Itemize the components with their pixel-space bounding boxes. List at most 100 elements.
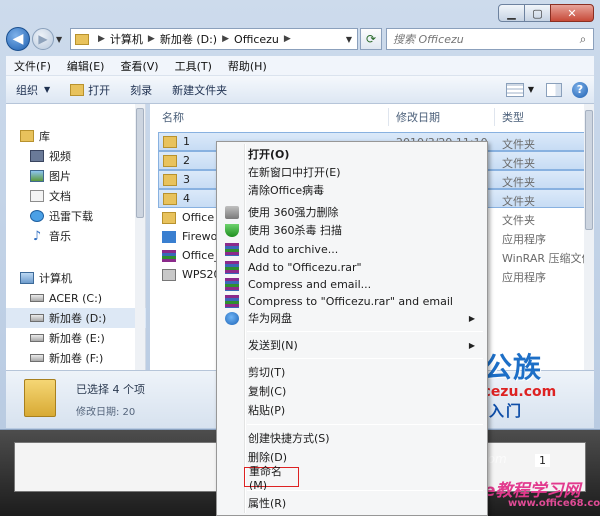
shredder-icon: [225, 205, 239, 219]
folder-icon: [163, 192, 177, 205]
drive-icon: [30, 294, 44, 302]
file-type: 应用程序: [502, 233, 546, 246]
file-list-scrollbar[interactable]: [584, 104, 594, 370]
file-type: 文件夹: [502, 195, 535, 208]
ctx-open-new-window[interactable]: 在新窗口中打开(E): [219, 163, 485, 181]
nav-documents-label: 文档: [49, 190, 71, 203]
folder-icon: [75, 33, 89, 45]
nav-drive-d-label: 新加卷 (D:): [49, 312, 107, 325]
column-type[interactable]: 类型: [502, 106, 524, 128]
new-folder-label: 新建文件夹: [172, 83, 228, 97]
organize-button[interactable]: 组织 ▼: [6, 82, 60, 98]
folder-icon: [162, 211, 176, 224]
menu-view[interactable]: 查看(V): [112, 58, 166, 74]
nav-drive-f[interactable]: 新加卷 (F:): [30, 348, 103, 368]
ctx-compress-email[interactable]: Compress and email...: [219, 275, 485, 293]
nav-drive-c[interactable]: ACER (C:): [30, 288, 102, 308]
nav-drive-e[interactable]: 新加卷 (E:): [30, 328, 105, 348]
nav-music[interactable]: ♪ 音乐: [30, 226, 71, 246]
nav-drive-d[interactable]: 新加卷 (D:): [6, 308, 146, 328]
selection-count: 已选择 4 个项: [76, 383, 145, 396]
column-name[interactable]: 名称: [162, 106, 184, 128]
search-input[interactable]: [387, 32, 573, 46]
ctx-compress-rar-email[interactable]: Compress to "Officezu.rar" and email: [219, 292, 485, 310]
nav-scrollbar[interactable]: [135, 104, 145, 370]
ctx-separator: [247, 358, 483, 359]
burn-button[interactable]: 刻录: [120, 82, 162, 98]
help-icon[interactable]: ?: [572, 81, 588, 98]
library-icon: [20, 130, 34, 142]
nav-scroll-thumb[interactable]: [136, 108, 144, 218]
ctx-paste[interactable]: 粘贴(P): [219, 401, 485, 419]
breadcrumb-separator[interactable]: ▶: [284, 34, 291, 44]
ctx-360-scan[interactable]: 使用 360杀毒 扫描: [219, 221, 485, 239]
nav-documents[interactable]: 文档: [30, 186, 71, 206]
caption-buttons: ▁ ▢ ✕: [498, 4, 594, 22]
breadcrumb-separator[interactable]: ▶: [148, 34, 155, 44]
change-view-icon[interactable]: [505, 82, 524, 97]
column-divider[interactable]: [388, 108, 389, 126]
open-label: 打开: [88, 83, 111, 97]
ctx-send-to[interactable]: 发送到(N) ▶: [219, 336, 485, 354]
wps-icon: [162, 268, 176, 281]
preview-pane-icon[interactable]: [546, 82, 562, 97]
ctx-cut[interactable]: 剪切(T): [219, 363, 485, 381]
nav-pictures-label: 图片: [49, 170, 71, 183]
nav-computer[interactable]: 计算机: [20, 268, 72, 288]
open-folder-icon: [70, 83, 85, 96]
back-button[interactable]: ◀: [6, 27, 30, 51]
ctx-copy[interactable]: 复制(C): [219, 382, 485, 400]
ctx-properties[interactable]: 属性(R): [219, 494, 485, 512]
shield-icon: [225, 223, 239, 237]
breadcrumb-separator[interactable]: ▶: [222, 34, 229, 44]
breadcrumb-computer[interactable]: 计算机: [110, 31, 143, 47]
breadcrumb-separator[interactable]: ▶: [98, 34, 105, 44]
close-button[interactable]: ✕: [550, 4, 594, 22]
ctx-360-force-delete[interactable]: 使用 360强力删除: [219, 203, 485, 221]
file-type: 文件夹: [502, 214, 535, 227]
ctx-create-shortcut[interactable]: 创建快捷方式(S): [219, 429, 485, 447]
drive-icon: [30, 334, 44, 342]
forward-button[interactable]: ▶: [32, 28, 54, 50]
column-date[interactable]: 修改日期: [396, 106, 440, 128]
breadcrumb-drive-d[interactable]: 新加卷 (D:): [160, 31, 217, 47]
ctx-add-rar[interactable]: Add to "Officezu.rar": [219, 258, 485, 276]
rar-icon: [225, 260, 239, 274]
maximize-button[interactable]: ▢: [524, 4, 551, 22]
search-box[interactable]: ⌕: [386, 28, 594, 50]
column-divider[interactable]: [494, 108, 495, 126]
music-note-icon: ♪: [32, 228, 42, 244]
nav-video-label: 视频: [49, 150, 71, 163]
search-icon[interactable]: ⌕: [573, 32, 593, 47]
refresh-button[interactable]: ⟳: [360, 28, 382, 50]
nav-video[interactable]: 视频: [30, 146, 71, 166]
nav-xunlei[interactable]: 迅雷下载: [30, 206, 93, 226]
file-list-scroll-thumb[interactable]: [585, 110, 593, 230]
address-bar[interactable]: ▶ 计算机 ▶ 新加卷 (D:) ▶ Officezu ▶ ▼: [70, 28, 358, 50]
ctx-rename[interactable]: 重命名(M): [244, 465, 299, 492]
menu-help[interactable]: 帮助(H): [220, 58, 275, 74]
ctx-open[interactable]: 打开(O): [219, 145, 485, 163]
xunlei-icon: [30, 210, 44, 222]
ctx-separator: [247, 424, 483, 425]
file-type: 文件夹: [502, 157, 535, 170]
documents-icon: [30, 190, 44, 202]
menu-edit[interactable]: 编辑(E): [59, 58, 113, 74]
recent-pages-dropdown[interactable]: ▼: [56, 35, 66, 44]
open-button[interactable]: 打开: [60, 82, 120, 98]
nav-pictures[interactable]: 图片: [30, 166, 71, 186]
menu-tools[interactable]: 工具(T): [167, 58, 220, 74]
ctx-add-archive[interactable]: Add to archive...: [219, 240, 485, 258]
nav-libraries[interactable]: 库: [20, 126, 50, 146]
new-folder-button[interactable]: 新建文件夹: [162, 82, 237, 98]
menu-file[interactable]: 文件(F): [6, 58, 59, 74]
nav-drive-c-label: ACER (C:): [49, 291, 103, 305]
folder-icon: [163, 173, 177, 186]
address-dropdown[interactable]: ▼: [341, 35, 357, 44]
breadcrumb-officezu[interactable]: Officezu: [234, 33, 279, 46]
ctx-huawei-disk[interactable]: 华为网盘 ▶: [219, 309, 485, 327]
ctx-clear-virus[interactable]: 清除Office病毒: [219, 181, 485, 199]
view-options-dropdown[interactable]: ▼: [528, 85, 534, 94]
ctx-separator: [247, 490, 483, 491]
minimize-button[interactable]: ▁: [498, 4, 525, 22]
